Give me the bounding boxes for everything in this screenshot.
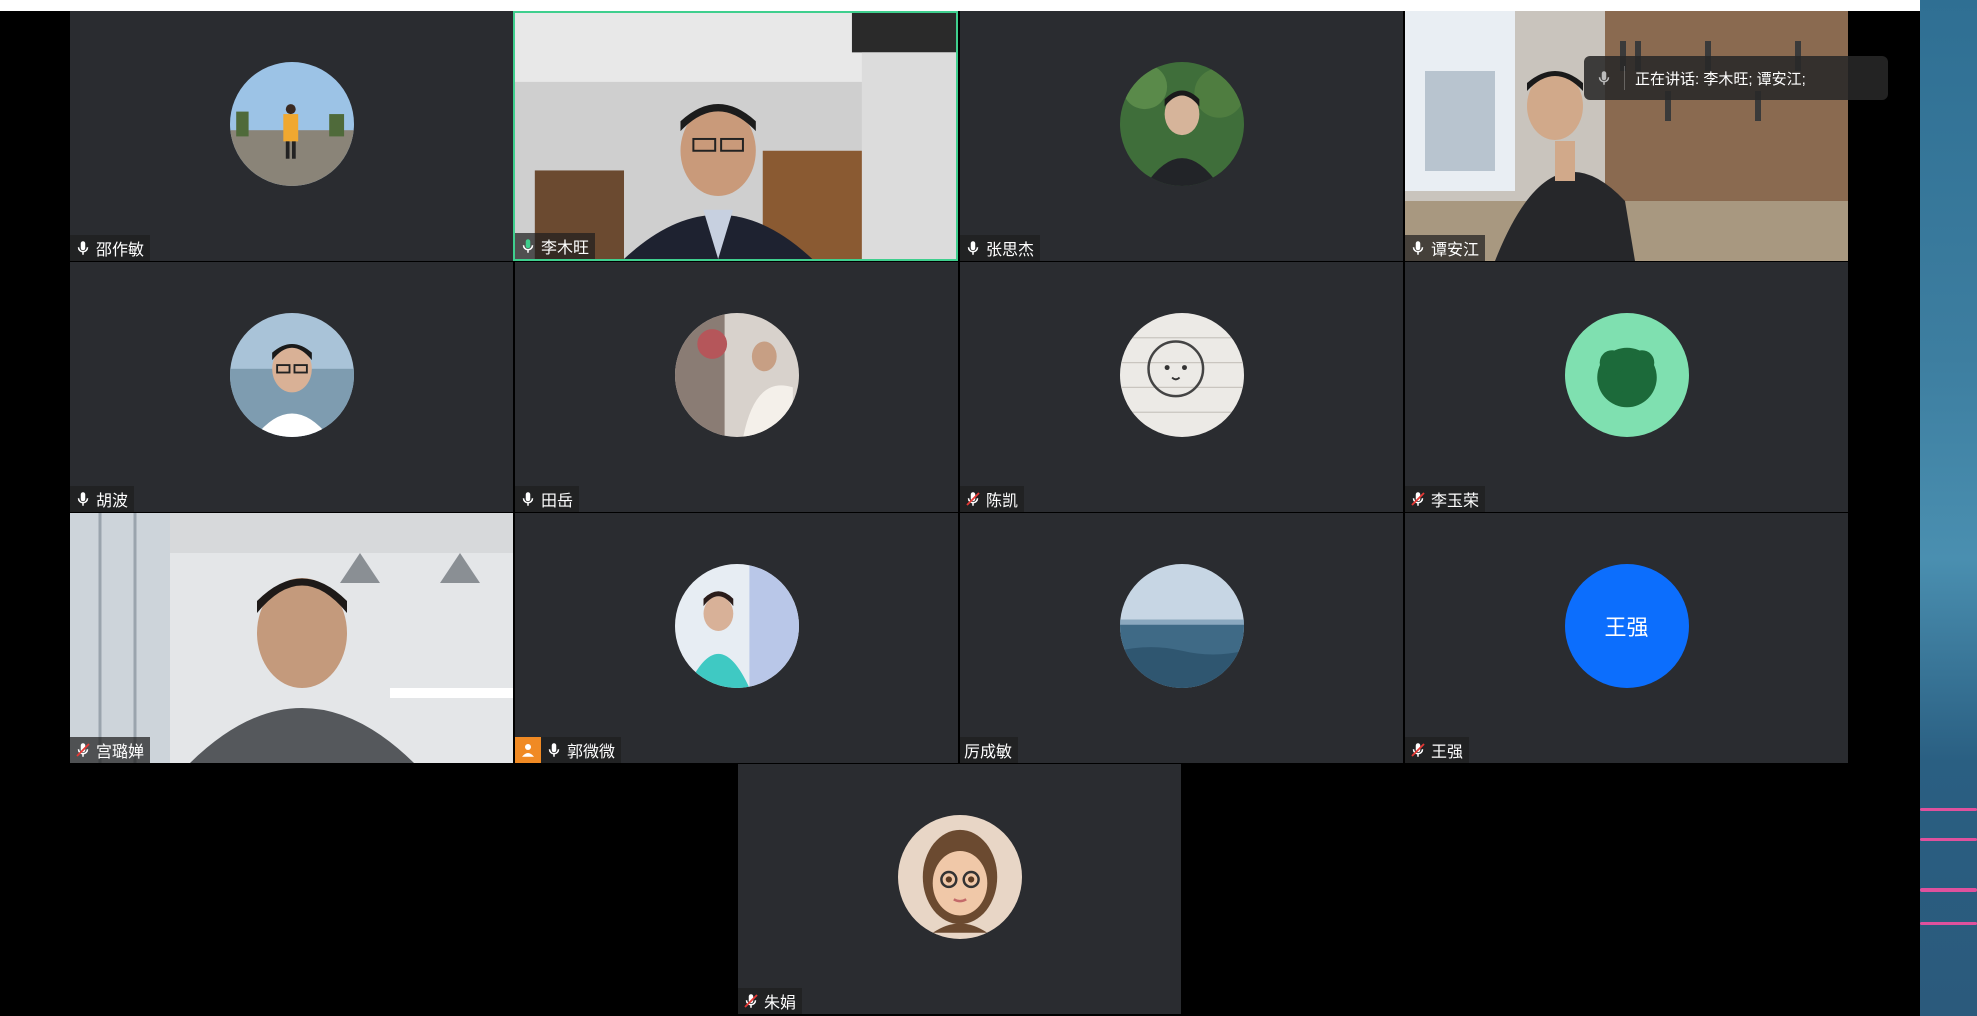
microphone-icon — [1584, 66, 1625, 90]
participant-tile[interactable]: 邵作敏 — [70, 11, 513, 261]
participant-tile[interactable]: 朱娟 — [738, 764, 1181, 1014]
desktop-streak — [1920, 922, 1977, 925]
microphone-muted-icon — [1409, 741, 1427, 759]
participant-label: 谭安江 — [1405, 235, 1486, 261]
microphone-icon — [74, 239, 92, 257]
microphone-muted-icon — [742, 992, 760, 1010]
participant-name: 谭安江 — [1431, 242, 1480, 259]
participant-tile[interactable]: 李玉荣 — [1405, 262, 1848, 512]
participant-name: 张思杰 — [986, 242, 1035, 259]
desktop-background-strip — [1920, 0, 1977, 1016]
participant-avatar — [1119, 313, 1244, 437]
participant-name: 李玉荣 — [1431, 493, 1480, 510]
participant-tile[interactable]: 张思杰 — [960, 11, 1403, 261]
participant-tile[interactable]: 王强 王强 — [1405, 513, 1848, 763]
participant-label: 郭微微 — [541, 737, 622, 763]
participant-label: 李玉荣 — [1405, 486, 1486, 512]
participant-tile[interactable]: 厉成敏 — [960, 513, 1403, 763]
participant-tile[interactable]: 胡波 — [70, 262, 513, 512]
participant-label: 宫璐婵 — [70, 737, 151, 763]
camera-off-icon — [515, 737, 541, 763]
participant-tile[interactable]: 陈凯 — [960, 262, 1403, 512]
microphone-icon — [1409, 239, 1427, 257]
participant-label: 厉成敏 — [960, 737, 1019, 763]
participant-name: 邵作敏 — [96, 242, 145, 259]
participant-label: 田岳 — [515, 486, 580, 512]
participant-label: 张思杰 — [960, 235, 1041, 261]
participant-tile[interactable]: 谭安江 — [1405, 11, 1848, 261]
participant-name: 王强 — [1431, 744, 1464, 761]
participant-tile-active-speaker[interactable]: 李木旺 — [513, 11, 958, 261]
participant-video — [1405, 11, 1848, 261]
desktop-streak — [1920, 888, 1977, 892]
participant-avatar — [1564, 313, 1689, 437]
participant-avatar — [674, 564, 799, 688]
speaking-text: 正在讲话: 李木旺; 谭安江; — [1635, 70, 1806, 88]
participant-avatar — [1119, 564, 1244, 688]
desktop-streak — [1920, 838, 1977, 841]
microphone-muted-icon — [74, 741, 92, 759]
active-speaker-indicator: 正在讲话: 李木旺; 谭安江; — [1584, 56, 1888, 100]
participant-name: 郭微微 — [567, 744, 616, 761]
participant-name: 田岳 — [541, 493, 574, 510]
participant-avatar — [674, 313, 799, 437]
participant-label: 胡波 — [70, 486, 135, 512]
microphone-muted-icon — [964, 490, 982, 508]
participant-name: 厉成敏 — [964, 744, 1013, 761]
participant-label: 陈凯 — [960, 486, 1025, 512]
microphone-icon — [545, 741, 563, 759]
participant-avatar — [229, 313, 354, 437]
participant-video — [515, 13, 956, 259]
participant-label: 李木旺 — [515, 233, 596, 259]
participant-name: 陈凯 — [986, 493, 1019, 510]
participant-avatar — [229, 62, 354, 186]
participant-label: 邵作敏 — [70, 235, 151, 261]
participant-name: 朱娟 — [764, 995, 797, 1012]
participant-label: 朱娟 — [738, 988, 803, 1014]
microphone-icon — [74, 490, 92, 508]
microphone-muted-icon — [1409, 490, 1427, 508]
participant-tile[interactable]: 宫璐婵 — [70, 513, 513, 763]
desktop-streak — [1920, 808, 1977, 811]
microphone-icon — [519, 490, 537, 508]
participant-avatar — [897, 815, 1022, 939]
participant-name: 宫璐婵 — [96, 744, 145, 761]
initials-avatar: 王强 — [1564, 564, 1689, 688]
window-top-bar — [0, 0, 1920, 11]
microphone-speaking-icon — [519, 237, 537, 255]
participant-avatar — [1119, 62, 1244, 186]
participant-video — [70, 513, 513, 763]
participant-name: 李木旺 — [541, 240, 590, 257]
participant-label: 王强 — [1405, 737, 1470, 763]
participant-name: 胡波 — [96, 493, 129, 510]
participant-tile[interactable]: 郭微微 — [515, 513, 958, 763]
microphone-icon — [964, 239, 982, 257]
participant-tile[interactable]: 田岳 — [515, 262, 958, 512]
